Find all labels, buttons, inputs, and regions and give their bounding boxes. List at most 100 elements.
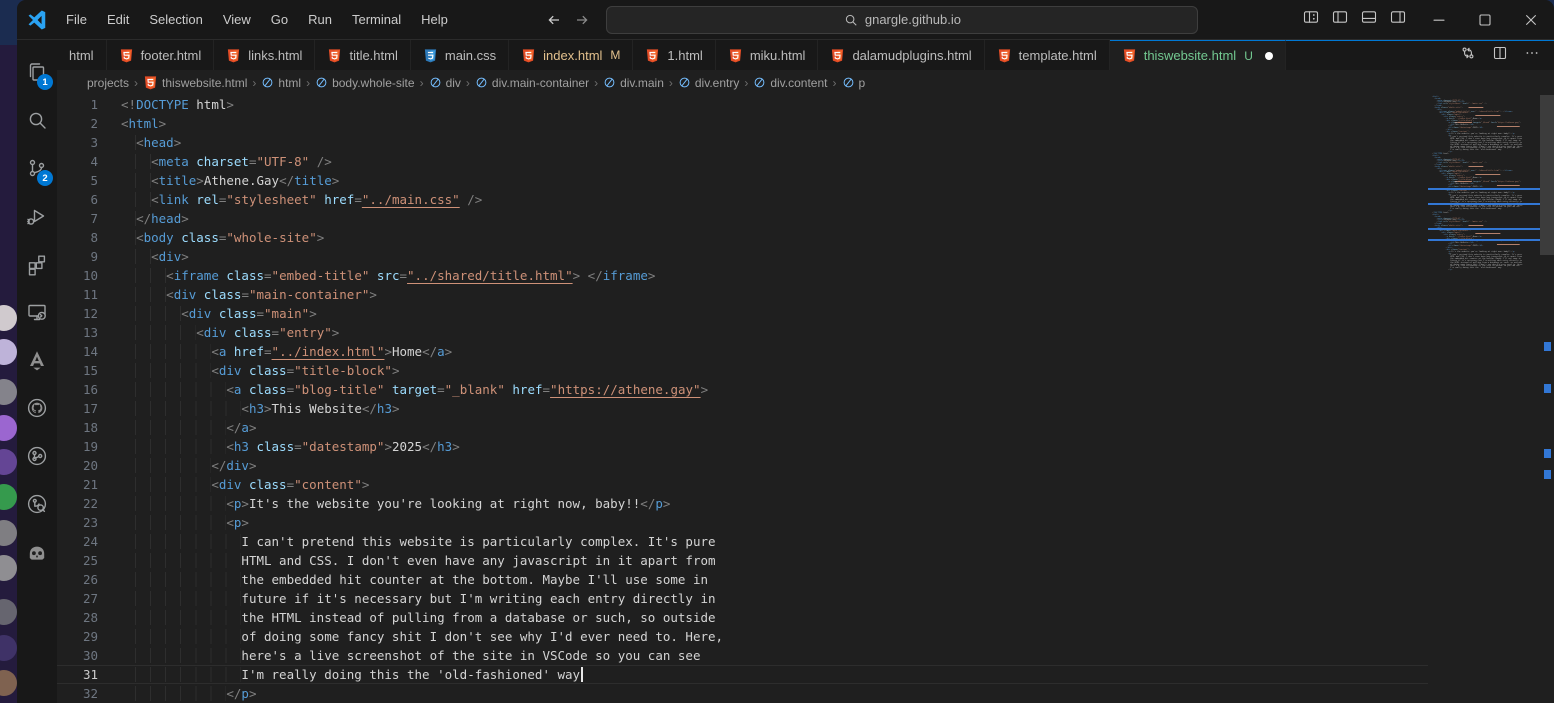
tab-1.html[interactable]: 1.html	[633, 40, 715, 70]
code-line-18[interactable]: 18 </a>	[57, 418, 1428, 437]
menu-selection[interactable]: Selection	[139, 6, 212, 33]
git-status-badge: M	[610, 48, 620, 62]
code-line-31[interactable]: 31 I'm really doing this the 'old-fashio…	[57, 665, 1428, 684]
tab-links.html[interactable]: links.html	[214, 40, 315, 70]
overview-ruler-marker	[1544, 384, 1551, 393]
split-editor-icon[interactable]	[1492, 45, 1508, 66]
tab-dalamudplugins.html[interactable]: dalamudplugins.html	[818, 40, 984, 70]
code-line-22[interactable]: 22 <p>It's the website you're looking at…	[57, 494, 1428, 513]
tab-miku.html[interactable]: miku.html	[716, 40, 819, 70]
tab-index.html[interactable]: index.htmlM	[509, 40, 633, 70]
activity-run-and-debug-icon[interactable]	[17, 192, 57, 240]
menu-file[interactable]: File	[56, 6, 97, 33]
toggle-primary-sidebar-icon[interactable]	[1332, 9, 1348, 30]
code-line-11[interactable]: 11 <div class="main-container">	[57, 285, 1428, 304]
tab-html[interactable]: html	[57, 40, 107, 70]
code-line-23[interactable]: 23 <p>	[57, 513, 1428, 532]
breadcrumb-div.main[interactable]: div.main	[603, 76, 664, 90]
line-content: I'm really doing this the 'old-fashioned…	[98, 665, 583, 684]
code-line-9[interactable]: 9 <div>	[57, 247, 1428, 266]
code-line-30[interactable]: 30 here's a live screenshot of the site …	[57, 646, 1428, 665]
menu-go[interactable]: Go	[261, 6, 298, 33]
code-line-17[interactable]: 17 <h3>This Website</h3>	[57, 399, 1428, 418]
breadcrumb-thiswebsite.html[interactable]: thiswebsite.html	[143, 75, 247, 90]
activity-explorer-icon[interactable]: 1	[17, 48, 57, 96]
close-button[interactable]	[1508, 0, 1554, 40]
code-line-12[interactable]: 12 <div class="main">	[57, 304, 1428, 323]
code-line-7[interactable]: 7 </head>	[57, 209, 1428, 228]
code-line-21[interactable]: 21 <div class="content">	[57, 475, 1428, 494]
editor-scrollbar[interactable]	[1540, 95, 1554, 703]
breadcrumb-html[interactable]: html	[261, 76, 301, 90]
menu-edit[interactable]: Edit	[97, 6, 139, 33]
maximize-button[interactable]	[1462, 0, 1508, 40]
unsaved-dot[interactable]	[1265, 52, 1273, 60]
activity-godot-tools-icon[interactable]	[17, 528, 57, 576]
menu-terminal[interactable]: Terminal	[342, 6, 411, 33]
code-line-2[interactable]: 2<html>	[57, 114, 1428, 133]
activity-git-graph-icon[interactable]	[17, 432, 57, 480]
code-line-4[interactable]: 4 <meta charset="UTF-8" />	[57, 152, 1428, 171]
minimap-highlight-line	[1428, 239, 1540, 241]
line-content: </head>	[98, 209, 189, 228]
toggle-secondary-sidebar-icon[interactable]	[1390, 9, 1406, 30]
code-line-25[interactable]: 25 HTML and CSS. I don't even have any j…	[57, 551, 1428, 570]
code-line-29[interactable]: 29 of doing some fancy shit I don't see …	[57, 627, 1428, 646]
code-line-5[interactable]: 5 <title>Athene.Gay</title>	[57, 171, 1428, 190]
tab-template.html[interactable]: template.html	[985, 40, 1110, 70]
minimap[interactable]: <!DOCTYPE html> <html> <head> <meta char…	[1428, 95, 1540, 703]
code-line-28[interactable]: 28 the HTML instead of pulling from a da…	[57, 608, 1428, 627]
code-line-8[interactable]: 8 <body class="whole-site">	[57, 228, 1428, 247]
code-line-10[interactable]: 10 <iframe class="embed-title" src="../s…	[57, 266, 1428, 285]
menu-run[interactable]: Run	[298, 6, 342, 33]
breadcrumb-div.content[interactable]: div.content	[753, 76, 827, 90]
minimize-button[interactable]	[1416, 0, 1462, 40]
tab-main.css[interactable]: main.css	[411, 40, 509, 70]
activity-remote-explorer-icon[interactable]	[17, 288, 57, 336]
code-line-13[interactable]: 13 <div class="entry">	[57, 323, 1428, 342]
activity-gitlens-icon[interactable]	[17, 480, 57, 528]
nav-forward-button[interactable]	[574, 12, 590, 28]
code-line-14[interactable]: 14 <a href="../index.html">Home</a>	[57, 342, 1428, 361]
breadcrumb-div.entry[interactable]: div.entry	[678, 76, 739, 90]
tab-label: html	[69, 48, 94, 63]
code-line-26[interactable]: 26 the embedded hit counter at the botto…	[57, 570, 1428, 589]
breadcrumb-p[interactable]: p	[842, 76, 866, 90]
breadcrumb-div[interactable]: div	[429, 76, 461, 90]
more-actions-icon[interactable]	[1524, 45, 1540, 66]
html-file-icon	[521, 48, 536, 63]
code-line-15[interactable]: 15 <div class="title-block">	[57, 361, 1428, 380]
code-line-16[interactable]: 16 <a class="blog-title" target="_blank"…	[57, 380, 1428, 399]
toggle-panel-icon[interactable]	[1361, 9, 1377, 30]
breadcrumb-separator: ›	[833, 76, 837, 90]
command-center-search[interactable]: gnargle.github.io	[606, 6, 1198, 34]
code-editor[interactable]: 1<!DOCTYPE html>2<html>3 <head>4 <meta c…	[57, 95, 1554, 703]
code-line-1[interactable]: 1<!DOCTYPE html>	[57, 95, 1428, 114]
activity-astro-extension-icon[interactable]	[17, 336, 57, 384]
code-line-32[interactable]: 32 </p>	[57, 684, 1428, 703]
tab-thiswebsite.html[interactable]: thiswebsite.htmlU	[1110, 40, 1286, 70]
activity-source-control-icon[interactable]: 2	[17, 144, 57, 192]
code-line-3[interactable]: 3 <head>	[57, 133, 1428, 152]
code-line-20[interactable]: 20 </div>	[57, 456, 1428, 475]
code-line-24[interactable]: 24 I can't pretend this website is parti…	[57, 532, 1428, 551]
nav-back-button[interactable]	[546, 12, 562, 28]
tab-title.html[interactable]: title.html	[315, 40, 410, 70]
menu-view[interactable]: View	[213, 6, 261, 33]
activity-github-icon[interactable]	[17, 384, 57, 432]
tab-footer.html[interactable]: footer.html	[107, 40, 215, 70]
code-line-27[interactable]: 27 future if it's necessary but I'm writ…	[57, 589, 1428, 608]
scrollbar-slider[interactable]	[1540, 95, 1554, 255]
code-line-6[interactable]: 6 <link rel="stylesheet" href="../main.c…	[57, 190, 1428, 209]
breadcrumb-body.whole-site[interactable]: body.whole-site	[315, 76, 415, 90]
line-number: 15	[57, 361, 98, 380]
menu-help[interactable]: Help	[411, 6, 458, 33]
activity-extensions-icon[interactable]	[17, 240, 57, 288]
breadcrumb-projects[interactable]: projects	[87, 76, 129, 90]
activity-search-icon[interactable]	[17, 96, 57, 144]
customize-layout-icon[interactable]	[1303, 9, 1319, 30]
line-content: </p>	[98, 684, 256, 703]
code-line-19[interactable]: 19 <h3 class="datestamp">2025</h3>	[57, 437, 1428, 456]
open-changes-icon[interactable]	[1460, 45, 1476, 66]
breadcrumb-div.main-container[interactable]: div.main-container	[475, 76, 589, 90]
